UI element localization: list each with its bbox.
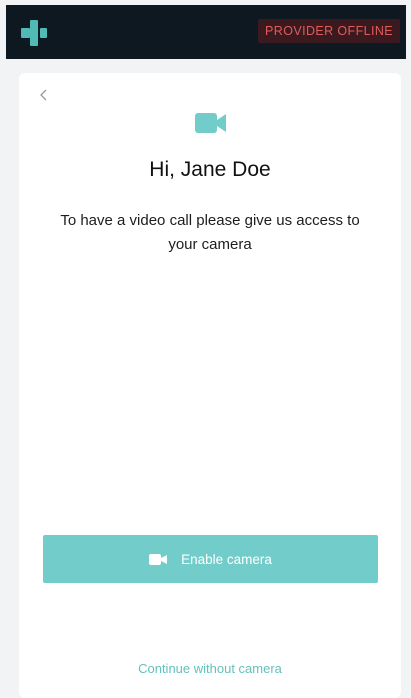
enable-camera-button[interactable]: Enable camera (43, 535, 378, 583)
enable-camera-label: Enable camera (181, 551, 272, 567)
video-camera-icon (149, 553, 168, 565)
continue-without-camera-link[interactable]: Continue without camera (19, 661, 401, 676)
chevron-left-icon[interactable] (37, 87, 51, 103)
top-bar: PROVIDER OFFLINE (6, 5, 406, 59)
greeting-heading: Hi, Jane Doe (149, 158, 271, 181)
video-camera-icon (195, 113, 226, 133)
camera-permission-card: Hi, Jane Doe To have a video call please… (19, 73, 401, 698)
camera-access-explanation: To have a video call please give us acce… (60, 212, 360, 253)
provider-status-badge: PROVIDER OFFLINE (258, 19, 400, 43)
plus-cross-logo-icon[interactable] (21, 20, 49, 46)
